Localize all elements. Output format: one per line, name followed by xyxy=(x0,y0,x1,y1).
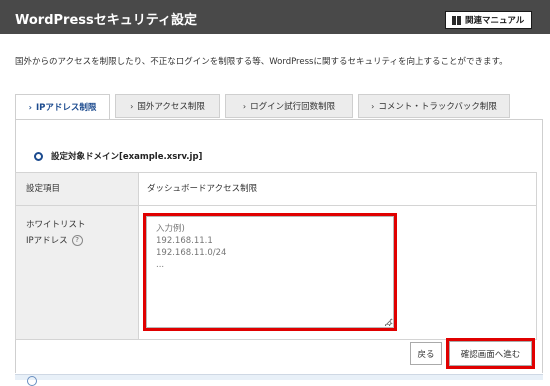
whitelist-ip-textarea[interactable] xyxy=(146,216,394,328)
tab-bar: › IPアドレス制限 › 国外アクセス制限 › ログイン試行回数制限 › コメン… xyxy=(15,94,545,120)
chevron-right-icon: › xyxy=(130,101,134,111)
whitelist-header: ホワイトリスト IPアドレス? xyxy=(16,206,139,339)
confirm-button-highlight: 確認画面へ進む xyxy=(446,338,535,369)
tab-label: 国外アクセス制限 xyxy=(137,102,205,112)
chevron-right-icon: › xyxy=(28,102,32,112)
info-icon xyxy=(27,376,37,386)
setting-item-value: ダッシュボードアクセス制限 xyxy=(147,184,258,194)
chevron-right-icon: › xyxy=(371,101,375,111)
tab-login-attempts[interactable]: › ログイン試行回数制限 xyxy=(225,94,353,118)
tab-ip-restriction[interactable]: › IPアドレス制限 xyxy=(15,94,110,120)
tab-label: IPアドレス制限 xyxy=(35,103,97,113)
domain-selector[interactable]: 設定対象ドメイン[example.xsrv.jp] xyxy=(34,150,202,162)
whitelist-label-line1: ホワイトリスト xyxy=(26,220,86,230)
resize-handle-icon[interactable] xyxy=(385,319,391,325)
page-description: 国外からのアクセスを制限したり、不正なログインを制限する等、WordPressに… xyxy=(15,57,508,67)
tab-comment-trackback[interactable]: › コメント・トラックバック制限 xyxy=(358,94,510,118)
tab-label: コメント・トラックバック制限 xyxy=(378,102,497,112)
page-header: WordPressセキュリティ設定 関連マニュアル xyxy=(0,0,550,34)
tab-label: ログイン試行回数制限 xyxy=(250,102,336,112)
book-icon xyxy=(452,15,461,25)
whitelist-label-line2: IPアドレス xyxy=(26,236,68,246)
back-button[interactable]: 戻る xyxy=(410,342,442,365)
related-manual-label: 関連マニュアル xyxy=(465,16,525,26)
whitelist-highlight xyxy=(143,213,397,331)
help-icon[interactable]: ? xyxy=(71,235,83,246)
info-bar xyxy=(15,374,543,386)
chevron-right-icon: › xyxy=(242,101,247,111)
page-title: WordPressセキュリティ設定 xyxy=(15,13,197,28)
tab-overseas-access[interactable]: › 国外アクセス制限 xyxy=(115,94,220,118)
proceed-to-confirm-button[interactable]: 確認画面へ進む xyxy=(449,341,532,366)
domain-label: 設定対象ドメイン[example.xsrv.jp] xyxy=(51,152,203,162)
setting-item-header: 設定項目 xyxy=(16,173,139,205)
table-row: 設定項目 ダッシュボードアクセス制限 xyxy=(16,173,536,206)
related-manual-button[interactable]: 関連マニュアル xyxy=(445,11,532,29)
radio-selected-icon xyxy=(34,151,43,161)
